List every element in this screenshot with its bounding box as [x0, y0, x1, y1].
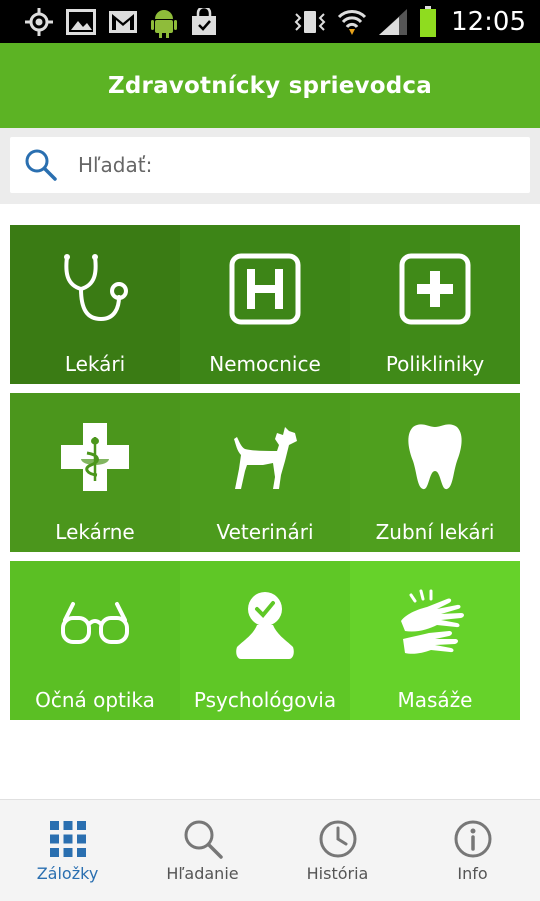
nav-historia[interactable]: História: [270, 800, 405, 901]
notification-icons: [24, 6, 218, 38]
system-icons: 12:05: [293, 6, 526, 38]
hospital-icon: [229, 253, 301, 325]
gps-icon: [25, 8, 53, 36]
tile-label: Psychológovia: [193, 688, 337, 712]
gmail-icon: [109, 11, 137, 33]
search-icon: [184, 820, 223, 859]
search-icon: [25, 149, 57, 181]
tile-label: Nemocnice: [209, 352, 321, 376]
search-input[interactable]: [76, 152, 500, 178]
massage-hands-icon: [401, 589, 464, 654]
stethoscope-icon: [64, 254, 128, 322]
app-title: Zdravotnícky sprievodca: [108, 72, 432, 99]
android-icon: [151, 10, 177, 38]
bottom-navigation: Záložky Hľadanie História Info: [0, 799, 540, 901]
search-box[interactable]: [10, 137, 530, 193]
nav-label: Hľadanie: [166, 864, 239, 883]
nav-zalozky[interactable]: Záložky: [0, 800, 135, 901]
medical-cross-icon: [399, 253, 471, 325]
tile-veterinari[interactable]: Veterinári: [180, 393, 350, 552]
nav-hladanie[interactable]: Hľadanie: [135, 800, 270, 901]
nav-label: Záložky: [36, 864, 99, 883]
app-bar: Zdravotnícky sprievodca: [0, 43, 540, 128]
tile-polikliniky[interactable]: Polikliniky: [350, 225, 520, 384]
picture-icon: [66, 9, 96, 35]
status-time: 12:05: [451, 7, 526, 37]
person-check-icon: [236, 592, 294, 659]
search-area: [0, 128, 540, 204]
status-bar: 12:05: [0, 0, 540, 43]
nav-label: Info: [457, 864, 488, 883]
dog-icon: [234, 427, 297, 489]
tile-lekarne[interactable]: Lekárne: [10, 393, 180, 552]
wifi-icon: [337, 10, 367, 35]
battery-icon: [420, 6, 437, 37]
clock-icon: [319, 820, 356, 858]
category-grid: Lekári Nemocnice Polikliniky Lekárne Vet…: [10, 225, 530, 721]
tile-zubni-lekari[interactable]: Zubní lekári: [350, 393, 520, 552]
pharmacy-icon: [61, 423, 129, 491]
tile-label: Polikliniky: [385, 352, 485, 376]
tile-label: Lekárne: [55, 520, 135, 544]
grid-icon: [49, 821, 86, 857]
tile-label: Zubní lekári: [375, 520, 495, 544]
tooth-icon: [408, 424, 462, 490]
tile-label: Očná optika: [35, 688, 155, 712]
shopping-bag-icon: [192, 8, 216, 35]
info-icon: [454, 820, 491, 858]
signal-icon: [379, 9, 408, 35]
nav-info[interactable]: Info: [405, 800, 540, 901]
tile-label: Lekári: [64, 352, 126, 376]
tile-label: Masáže: [397, 688, 473, 712]
tile-masaze[interactable]: Masáže: [350, 561, 520, 720]
nav-label: História: [306, 864, 369, 883]
glasses-icon: [61, 602, 129, 644]
tile-ocna-optika[interactable]: Očná optika: [10, 561, 180, 720]
tile-label: Veterinári: [216, 520, 314, 544]
tile-psychologovia[interactable]: Psychológovia: [180, 561, 350, 720]
vibrate-icon: [294, 11, 326, 33]
tile-lekari[interactable]: Lekári: [10, 225, 180, 384]
tile-nemocnice[interactable]: Nemocnice: [180, 225, 350, 384]
